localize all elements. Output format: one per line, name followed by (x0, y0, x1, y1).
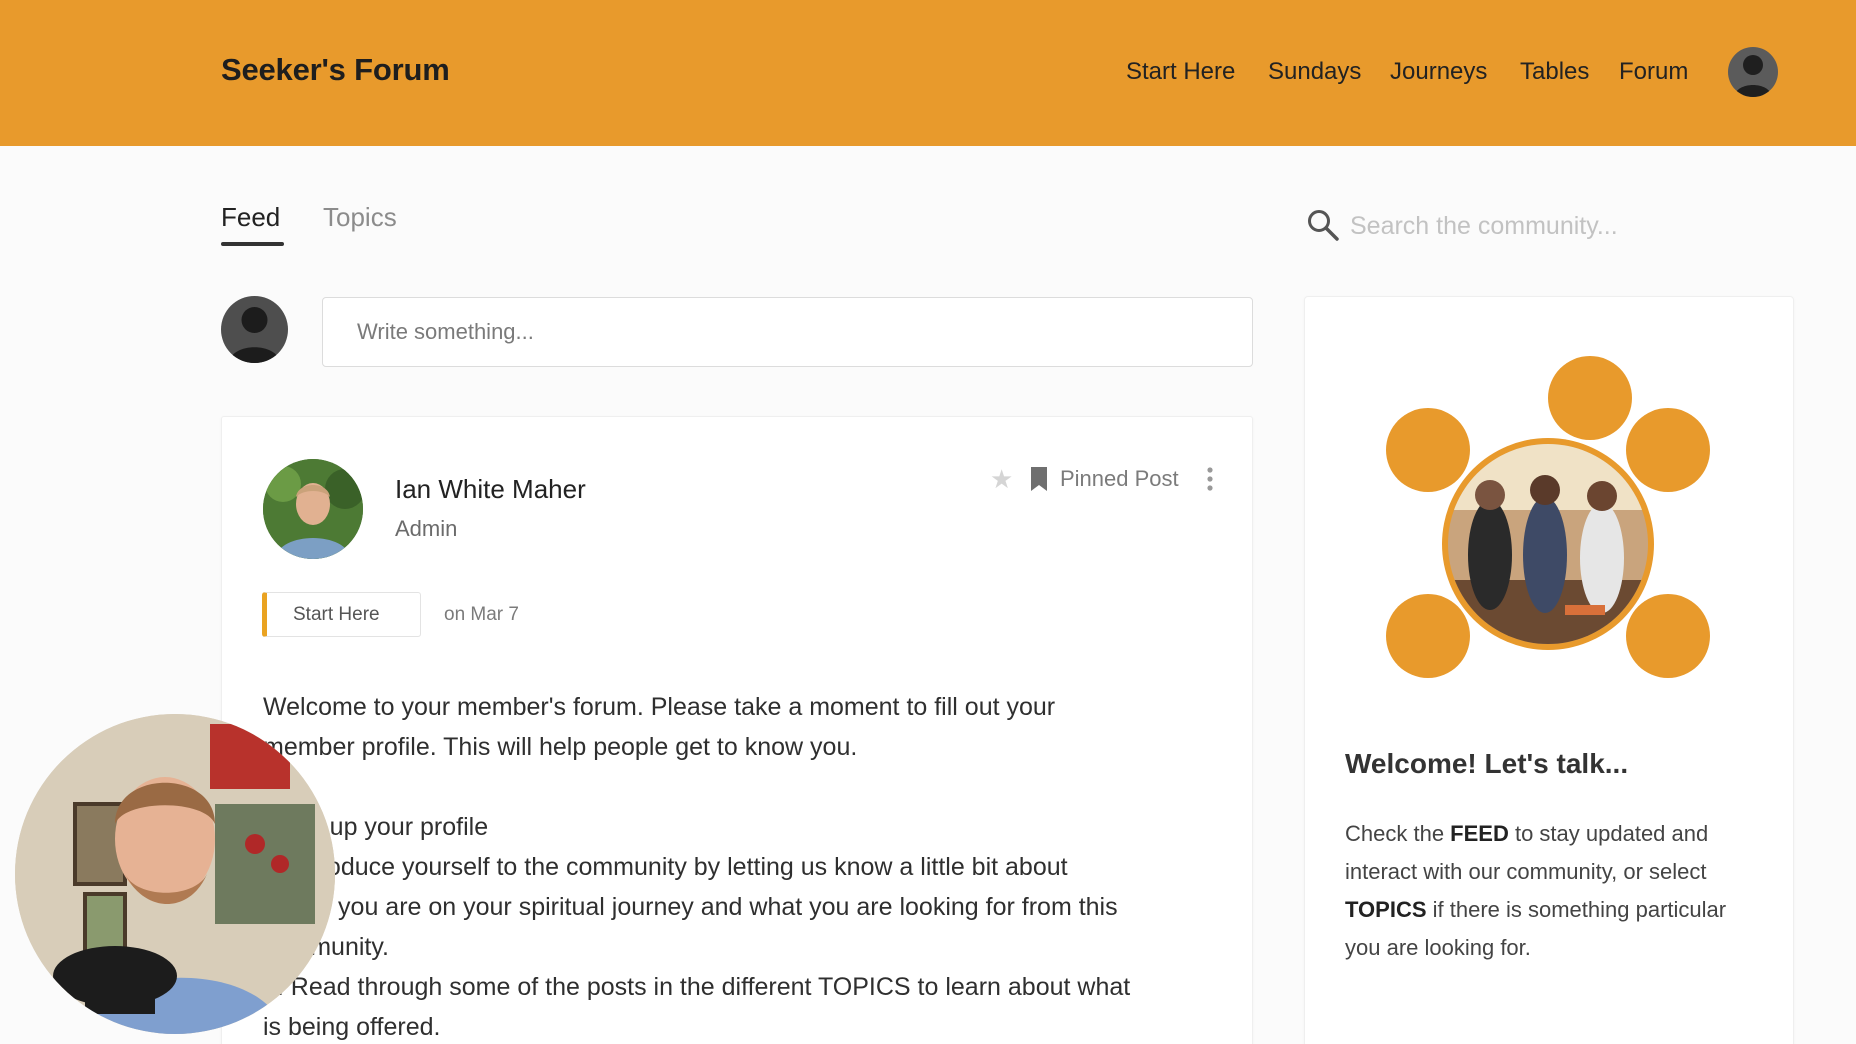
nav-sundays[interactable]: Sundays (1268, 58, 1361, 86)
topic-tag[interactable]: Start Here (262, 592, 421, 637)
webcam-overlay (15, 714, 335, 1034)
nav-journeys[interactable]: Journeys (1390, 58, 1487, 86)
post-body-line: 3. Read through some of the posts in the… (263, 973, 1131, 1001)
post-body-line: is being offered. (263, 1013, 441, 1041)
tab-feed[interactable]: Feed (221, 202, 280, 233)
user-avatar[interactable] (1728, 47, 1778, 97)
post-date: on Mar 7 (444, 604, 519, 625)
search-input[interactable] (1350, 208, 1690, 244)
post-composer-input[interactable] (322, 297, 1253, 367)
bookmark-icon (1031, 467, 1047, 491)
post-body-line: Welcome to your member's forum. Please t… (263, 693, 1056, 721)
author-name[interactable]: Ian White Maher (395, 474, 586, 505)
post-body-line: member profile. This will help people ge… (263, 733, 858, 761)
community-graphic (1386, 356, 1710, 678)
author-avatar[interactable] (263, 459, 363, 559)
presenter-video (15, 714, 335, 1034)
post-body-line: 2. Introduce yourself to the community b… (263, 853, 1068, 881)
nav-forum[interactable]: Forum (1619, 58, 1688, 86)
post-body-line: where you are on your spiritual journey … (263, 893, 1118, 921)
top-header: Seeker's Forum Start Here Sundays Journe… (0, 0, 1856, 146)
welcome-text: Check the FEED to stay updated and inter… (1345, 821, 1727, 960)
nav-start-here[interactable]: Start Here (1126, 58, 1235, 86)
composer-avatar (221, 296, 288, 363)
more-options-icon[interactable] (1206, 466, 1214, 492)
welcome-title: Welcome! Let's talk... (1345, 748, 1629, 779)
search-icon[interactable] (1306, 208, 1340, 242)
site-brand[interactable]: Seeker's Forum (221, 52, 450, 88)
star-icon[interactable]: ★ (990, 464, 1013, 495)
user-silhouette-icon (1734, 55, 1772, 97)
active-tab-indicator (221, 242, 284, 246)
author-role: Admin (395, 516, 458, 541)
tab-topics[interactable]: Topics (323, 202, 397, 233)
author-photo (263, 459, 363, 559)
pinned-post-label: Pinned Post (1060, 466, 1179, 491)
nav-tables[interactable]: Tables (1520, 58, 1589, 86)
user-silhouette-icon (229, 307, 280, 363)
